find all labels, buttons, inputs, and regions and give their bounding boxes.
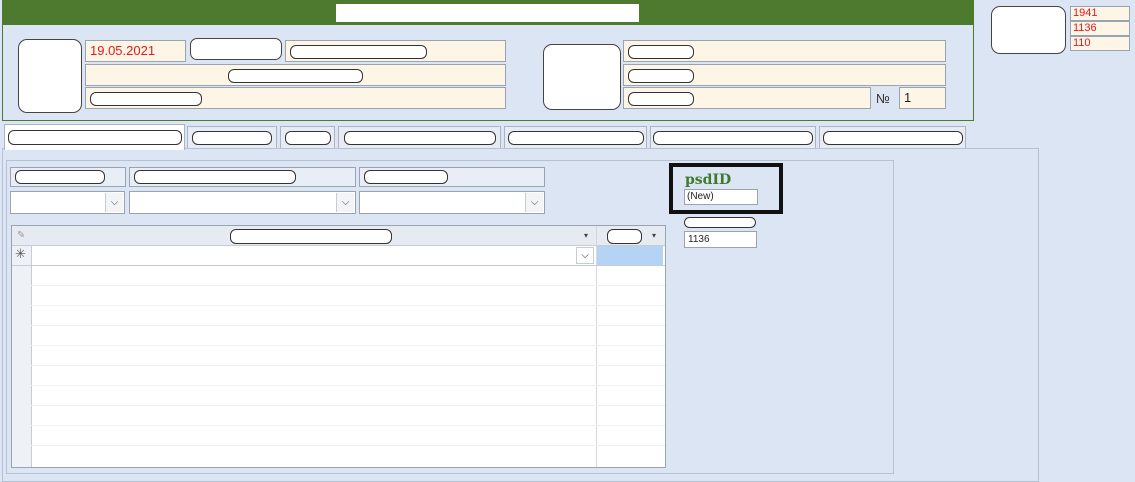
chevron-down-icon[interactable]: ⌵ (105, 193, 123, 212)
redacted-text (607, 229, 642, 245)
right-field-3[interactable] (623, 87, 871, 109)
row-divider (12, 405, 665, 406)
record-selector-column (12, 246, 32, 467)
number-sign-label: № (876, 91, 890, 106)
side-value-1: 1941 (1070, 6, 1130, 21)
employee-photo-left (18, 39, 82, 113)
tab-7[interactable] (819, 126, 966, 148)
project-id-label (684, 215, 756, 229)
pencil-icon: ✎ (17, 230, 26, 241)
grid-column-header-2[interactable] (607, 229, 642, 245)
redacted-text (15, 170, 105, 184)
redacted-text (7, 130, 182, 145)
redacted-text (364, 170, 448, 184)
filter-label-1 (10, 167, 126, 187)
tab-4[interactable] (338, 126, 501, 148)
filter-label-2 (129, 167, 356, 187)
employee-photo-right (543, 44, 621, 110)
project-id-field[interactable]: 1136 (684, 231, 757, 248)
tab-3[interactable] (280, 126, 335, 148)
redacted-text (134, 170, 296, 184)
filter-combo-2[interactable]: ⌵ (129, 191, 356, 214)
tab-1[interactable] (4, 124, 185, 150)
chevron-down-icon[interactable]: ⌵ (336, 193, 354, 212)
tab-2[interactable] (187, 126, 277, 148)
datasheet-grid[interactable]: ✎ ▾ ▾ ✳ ⌵ (11, 225, 666, 468)
tab-6[interactable] (650, 126, 816, 148)
side-value-3: 110 (1070, 36, 1130, 51)
right-field-1[interactable] (623, 40, 946, 62)
redacted-text (230, 229, 392, 245)
redacted-text (507, 130, 644, 145)
row-divider (12, 265, 665, 266)
redacted-text (822, 130, 963, 145)
row-divider (12, 325, 665, 326)
filter-combo-1[interactable]: ⌵ (10, 191, 125, 214)
redacted-text (653, 130, 813, 145)
position-field[interactable] (85, 64, 506, 86)
row-divider (12, 345, 665, 346)
redacted-text (290, 44, 427, 59)
column-dropdown-icon[interactable]: ▾ (652, 231, 656, 240)
highlight-box (669, 163, 783, 214)
filter-label-3 (359, 167, 545, 187)
redacted-text (684, 217, 756, 229)
redacted-text (90, 91, 202, 106)
filter-combo-3[interactable]: ⌵ (359, 191, 545, 214)
selected-cell[interactable] (597, 246, 663, 265)
name-field[interactable] (285, 40, 506, 62)
tab-5[interactable] (504, 126, 647, 148)
redacted-text (628, 44, 694, 59)
number-field[interactable]: 1 (899, 87, 946, 109)
organization-field[interactable] (85, 87, 506, 109)
row-divider (12, 385, 665, 386)
right-field-2[interactable] (623, 64, 946, 86)
redacted-text (192, 130, 272, 145)
redacted-text (628, 91, 694, 106)
chevron-down-icon[interactable]: ⌵ (525, 193, 543, 212)
column-dropdown-icon[interactable]: ▾ (584, 231, 588, 240)
redacted-text (628, 68, 694, 83)
top-right-redacted-box (991, 6, 1066, 54)
date-field[interactable]: 19.05.2021 (85, 40, 186, 62)
cell-dropdown-icon[interactable]: ⌵ (576, 247, 594, 264)
form-title-redacted (336, 4, 639, 22)
row-divider (12, 445, 665, 446)
redacted-text (343, 130, 496, 145)
side-value-2: 1136 (1070, 21, 1130, 36)
row-divider (12, 425, 665, 426)
redacted-text (228, 68, 363, 83)
new-record-asterisk-icon: ✳ (15, 246, 26, 261)
row-divider (12, 285, 665, 286)
grid-column-header-1[interactable] (230, 229, 392, 245)
row-divider (12, 365, 665, 366)
row-divider (12, 305, 665, 306)
redacted-badge (190, 38, 282, 60)
redacted-text (284, 130, 331, 145)
